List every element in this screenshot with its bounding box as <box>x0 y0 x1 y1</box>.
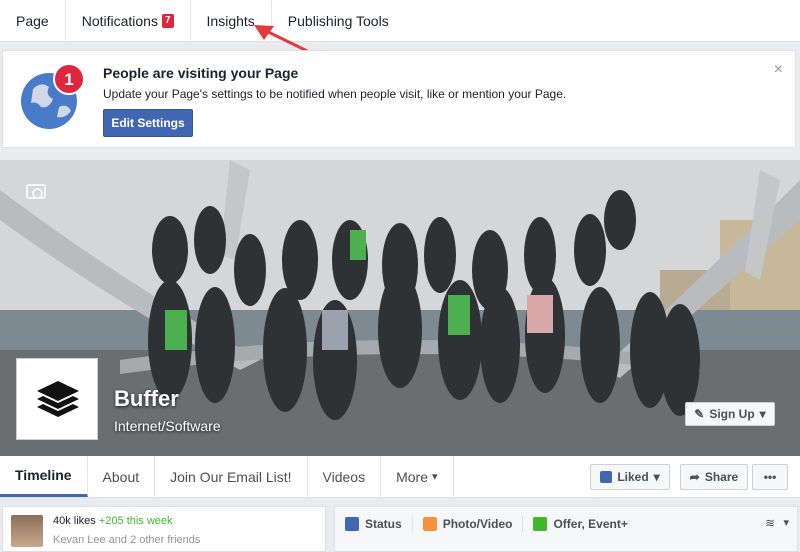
notifications-badge: 7 <box>161 13 174 28</box>
composer-tab-photo-video-label: Photo/Video <box>442 517 513 531</box>
visitor-notice-card: 1 People are visiting your Page Update y… <box>2 50 796 148</box>
more-options-button[interactable]: ••• <box>752 464 788 490</box>
tab-about[interactable]: About <box>88 456 156 497</box>
composer-tab-status-label: Status <box>365 517 402 531</box>
likes-summary-card: 40k likes +205 this week Kevan Lee and 2… <box>2 506 326 552</box>
tab-notifications-label: Notifications <box>81 12 158 29</box>
camera-icon[interactable] <box>26 184 46 199</box>
tab-insights-label: Insights <box>206 12 255 29</box>
buffer-stack-icon[interactable]: ≋ <box>765 516 775 530</box>
close-icon[interactable]: × <box>774 61 783 79</box>
composer-tab-photo-video[interactable]: Photo/Video <box>413 516 524 532</box>
page-name[interactable]: Buffer <box>114 386 179 412</box>
composer-tab-status[interactable]: Status <box>335 516 413 532</box>
tab-notifications[interactable]: Notifications 7 <box>66 0 191 41</box>
tab-videos-label: Videos <box>322 468 366 485</box>
tab-timeline[interactable]: Timeline <box>0 456 88 497</box>
caret-down-icon: ▾ <box>653 470 660 484</box>
notice-title: People are visiting your Page <box>103 65 299 81</box>
caret-down-icon: ▾ <box>759 407 766 421</box>
share-arrow-icon: ➦ <box>689 470 700 484</box>
tab-timeline-label: Timeline <box>15 467 72 483</box>
sign-up-button[interactable]: ✎ Sign Up ▾ <box>685 402 775 426</box>
tab-page[interactable]: Page <box>0 0 66 41</box>
friends-who-like[interactable]: Kevan Lee and 2 other friends <box>53 534 200 546</box>
photo-icon <box>422 517 437 531</box>
cover-photo: Buffer Internet/Software ✎ Sign Up ▾ <box>0 160 800 456</box>
thumbs-up-icon <box>600 471 613 483</box>
tab-more[interactable]: More ▾ <box>381 456 454 497</box>
pencil-icon: ✎ <box>694 407 705 421</box>
tab-videos[interactable]: Videos <box>308 456 382 497</box>
share-button[interactable]: ➦ Share <box>680 464 748 490</box>
buffer-stack-icon <box>37 381 79 417</box>
offer-icon <box>533 517 548 531</box>
pencil-icon <box>345 517 359 531</box>
tab-page-label: Page <box>16 12 49 29</box>
share-label: Share <box>704 470 739 484</box>
post-composer: Status Photo/Video Offer, Event+ ≋ ▾ <box>334 506 798 552</box>
ellipsis-icon: ••• <box>763 470 777 484</box>
likes-line: 40k likes +205 this week <box>53 515 173 527</box>
buffer-logo[interactable] <box>16 358 98 440</box>
page-admin-bar: Page Notifications 7 Insights Publishing… <box>0 0 800 42</box>
tab-email-list-label: Join Our Email List! <box>170 468 292 485</box>
notice-text: Update your Page's settings to be notifi… <box>103 87 567 101</box>
caret-down-icon: ▾ <box>431 471 438 483</box>
avatar[interactable] <box>11 515 43 547</box>
composer-tab-offer-event[interactable]: Offer, Event+ <box>523 516 637 532</box>
page-category[interactable]: Internet/Software <box>114 418 221 434</box>
likes-count[interactable]: 40k likes <box>53 515 96 527</box>
liked-button[interactable]: Liked ▾ <box>590 464 670 490</box>
tab-email-list[interactable]: Join Our Email List! <box>155 456 308 497</box>
liked-label: Liked <box>617 470 649 484</box>
caret-down-icon[interactable]: ▾ <box>783 516 789 529</box>
tab-about-label: About <box>102 468 140 485</box>
globe-icon: 1 <box>21 63 85 129</box>
edit-settings-button[interactable]: Edit Settings <box>103 109 193 137</box>
sign-up-label: Sign Up <box>709 407 755 421</box>
tab-more-label: More <box>396 468 428 485</box>
likes-weekly-growth: +205 this week <box>98 515 173 527</box>
notice-badge-count: 1 <box>64 70 73 89</box>
composer-tab-offer-event-label: Offer, Event+ <box>553 517 628 531</box>
